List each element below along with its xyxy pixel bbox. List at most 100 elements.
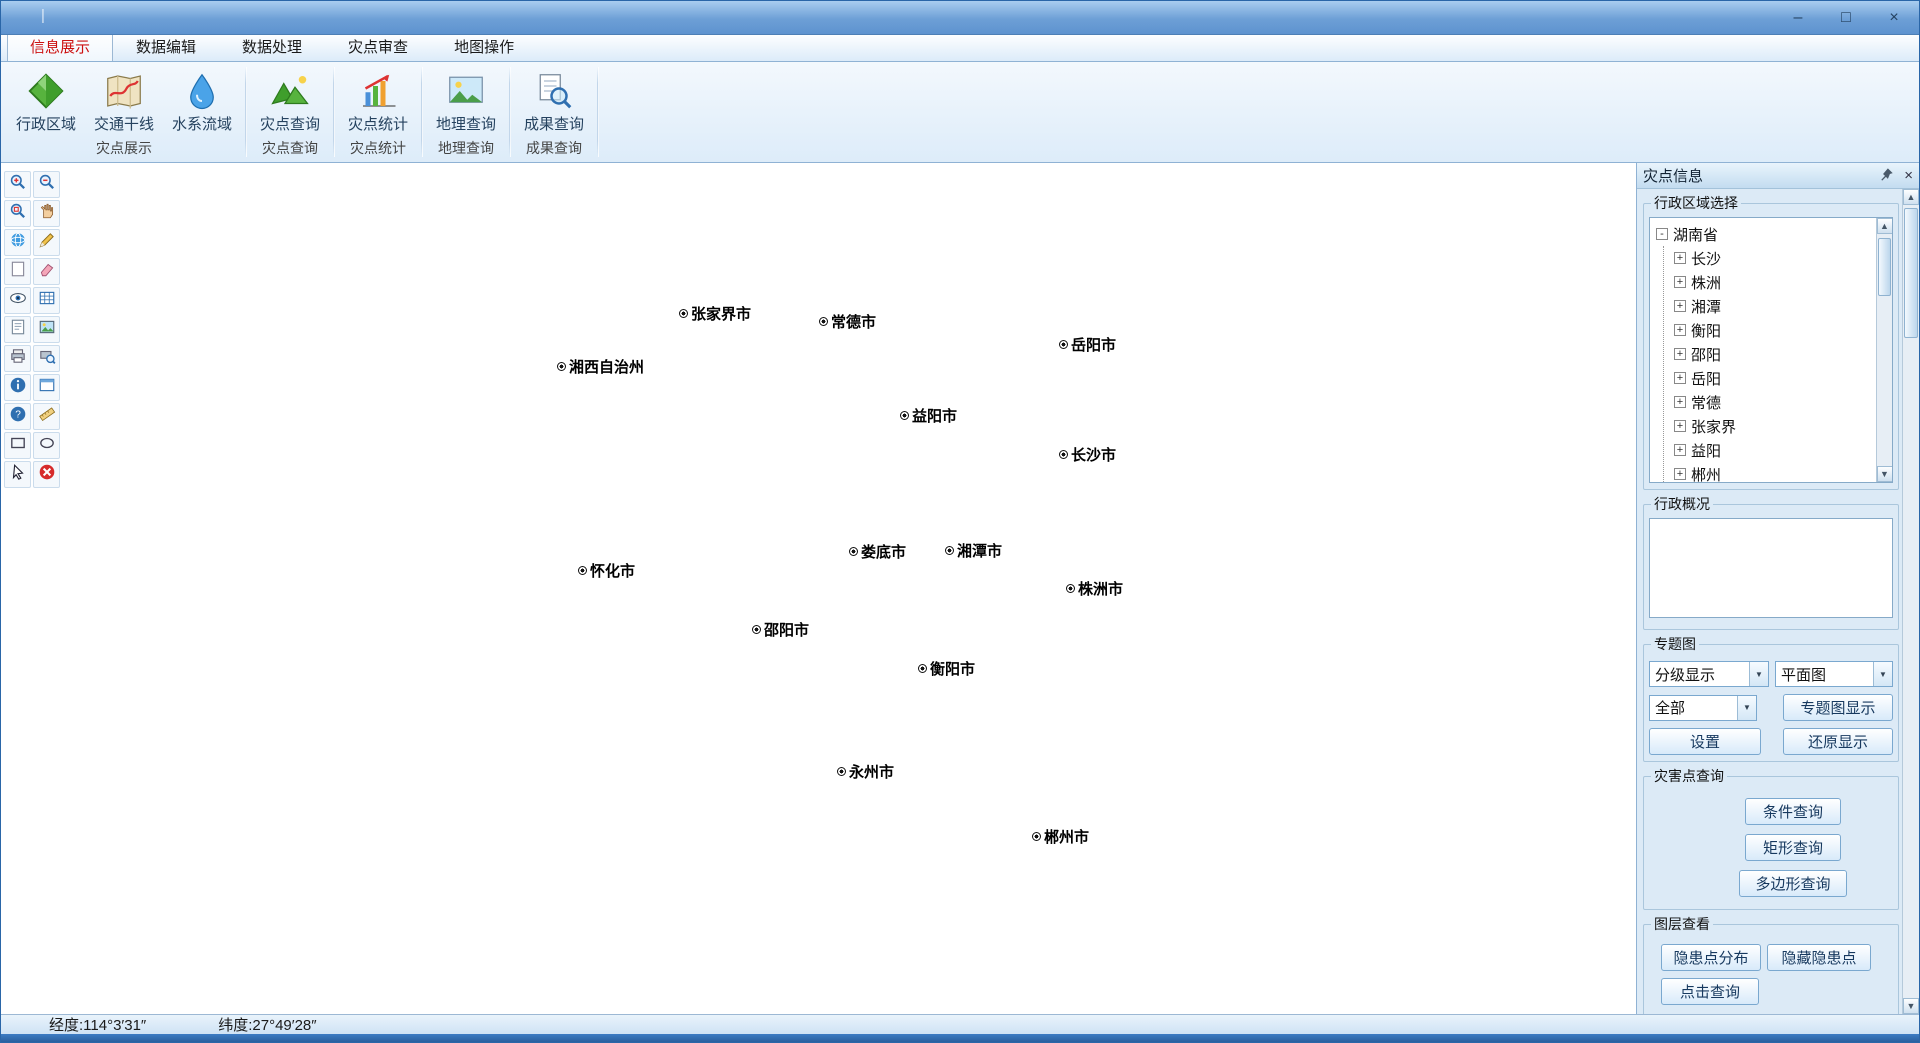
traffic-map-icon	[103, 69, 145, 113]
tab-data-process[interactable]: 数据处理	[219, 31, 325, 61]
expand-icon[interactable]: +	[1674, 372, 1686, 384]
document-button[interactable]	[4, 316, 31, 343]
display-mode-select[interactable]: 分级显示 ▼	[1649, 661, 1769, 687]
expand-icon[interactable]: +	[1674, 444, 1686, 456]
measure-button[interactable]	[33, 229, 60, 256]
settings-button[interactable]: 设置	[1649, 728, 1761, 755]
pan-button[interactable]	[33, 200, 60, 227]
maximize-button[interactable]: □	[1831, 9, 1861, 27]
print-button[interactable]	[4, 345, 31, 372]
overview-window-button[interactable]	[33, 374, 60, 401]
category-select[interactable]: 全部 ▼	[1649, 695, 1757, 721]
expand-icon[interactable]: +	[1674, 300, 1686, 312]
zoom-window-button[interactable]	[4, 200, 31, 227]
rectangle-query-button[interactable]: 矩形查询	[1745, 834, 1841, 861]
expand-icon[interactable]: +	[1674, 324, 1686, 336]
svg-text:?: ?	[15, 410, 21, 421]
click-query-button[interactable]: 点击查询	[1661, 978, 1759, 1005]
tree-node-label: 郴州	[1691, 464, 1721, 484]
hand-icon	[38, 202, 56, 225]
application-window: | – □ × 信息展示数据编辑数据处理灾点审查地图操作 行政区域交通干线水系流…	[0, 0, 1920, 1043]
region-tree[interactable]: -湖南省+长沙+株洲+湘潭+衡阳+邵阳+岳阳+常德+张家界+益阳+郴州 ▲ ▼	[1649, 217, 1893, 483]
minimize-button[interactable]: –	[1783, 9, 1813, 27]
panel-body: 行政区域选择 -湖南省+长沙+株洲+湘潭+衡阳+邵阳+岳阳+常德+张家界+益阳+…	[1637, 189, 1919, 1014]
expand-icon[interactable]: +	[1674, 348, 1686, 360]
select-box-button[interactable]	[4, 258, 31, 285]
printer-icon	[9, 347, 27, 370]
admin-region-button[interactable]: 行政区域	[9, 65, 83, 136]
water-system-button[interactable]: 水系流域	[165, 65, 239, 136]
tree-node-hunan[interactable]: -湖南省	[1656, 222, 1890, 246]
delete-button[interactable]	[33, 461, 60, 488]
tree-node-xiangtan[interactable]: +湘潭	[1674, 294, 1890, 318]
ribbon-group-caption: 灾点查询	[253, 136, 327, 161]
tab-map-operation[interactable]: 地图操作	[431, 31, 537, 61]
tree-node-yueyang[interactable]: +岳阳	[1674, 366, 1890, 390]
city-name: 娄底市	[861, 541, 906, 562]
panel-close-icon[interactable]: ×	[1904, 168, 1913, 183]
panel-scrollbar[interactable]: ▲ ▼	[1902, 189, 1919, 1014]
export-image-button[interactable]	[33, 316, 60, 343]
expand-icon[interactable]: +	[1674, 252, 1686, 264]
tree-node-changde[interactable]: +常德	[1674, 390, 1890, 414]
ribbon-button-label: 灾点查询	[260, 113, 320, 134]
expand-icon[interactable]: +	[1674, 396, 1686, 408]
collapse-icon[interactable]: -	[1656, 228, 1668, 240]
tree-node-zhangjiajie[interactable]: +张家界	[1674, 414, 1890, 438]
help-button[interactable]: ?	[4, 403, 31, 430]
tree-node-shaoyang[interactable]: +邵阳	[1674, 342, 1890, 366]
tree-scroll-track[interactable]	[1877, 234, 1892, 466]
print-preview-icon	[38, 347, 56, 370]
scroll-up-icon[interactable]: ▲	[1877, 218, 1893, 234]
condition-query-button[interactable]: 条件查询	[1745, 798, 1841, 825]
zoom-in-button[interactable]	[4, 171, 31, 198]
draw-line-button[interactable]	[33, 403, 60, 430]
select-feature-button[interactable]	[4, 461, 31, 488]
scroll-down-icon[interactable]: ▼	[1903, 998, 1919, 1014]
clear-button[interactable]	[33, 258, 60, 285]
zoom-out-button[interactable]	[33, 171, 60, 198]
tree-node-zhuzhou[interactable]: +株洲	[1674, 270, 1890, 294]
geo-query-button[interactable]: 地理查询	[429, 65, 503, 136]
ribbon-button-label: 行政区域	[16, 113, 76, 134]
info-button[interactable]	[4, 374, 31, 401]
tab-disaster-review[interactable]: 灾点审查	[325, 31, 431, 61]
tree-scroll-thumb[interactable]	[1878, 238, 1891, 296]
print-preview-button[interactable]	[33, 345, 60, 372]
expand-icon[interactable]: +	[1674, 420, 1686, 432]
ribbon-group-separator	[597, 67, 599, 157]
panel-scroll-thumb[interactable]	[1904, 208, 1918, 338]
tree-node-yiyang[interactable]: +益阳	[1674, 438, 1890, 462]
map-type-select[interactable]: 平面图 ▼	[1775, 661, 1893, 687]
expand-icon[interactable]: +	[1674, 468, 1686, 480]
tree-node-hengyang[interactable]: +衡阳	[1674, 318, 1890, 342]
reset-display-button[interactable]: 还原显示	[1783, 728, 1893, 755]
disaster-query-button[interactable]: 灾点查询	[253, 65, 327, 136]
scroll-down-icon[interactable]: ▼	[1877, 466, 1893, 482]
tab-info-display[interactable]: 信息展示	[7, 31, 113, 61]
city-marker-icon	[819, 317, 828, 326]
overview-textbox[interactable]	[1649, 518, 1893, 618]
identify-button[interactable]	[4, 287, 31, 314]
attribute-table-button[interactable]	[33, 287, 60, 314]
panel-scroll-track[interactable]	[1903, 205, 1919, 998]
draw-ellipse-button[interactable]	[33, 432, 60, 459]
expand-icon[interactable]: +	[1674, 276, 1686, 288]
polygon-query-button[interactable]: 多边形查询	[1739, 870, 1847, 897]
tab-data-edit[interactable]: 数据编辑	[113, 31, 219, 61]
full-extent-button[interactable]	[4, 229, 31, 256]
eye-icon	[9, 289, 27, 312]
tree-scrollbar[interactable]: ▲ ▼	[1876, 218, 1892, 482]
thematic-show-button[interactable]: 专题图显示	[1783, 694, 1893, 721]
disaster-stats-button[interactable]: 灾点统计	[341, 65, 415, 136]
draw-rect-button[interactable]	[4, 432, 31, 459]
pin-icon[interactable]	[1880, 167, 1894, 184]
tree-node-changsha[interactable]: +长沙	[1674, 246, 1890, 270]
hazard-distribution-button[interactable]: 隐患点分布	[1661, 944, 1761, 971]
scroll-up-icon[interactable]: ▲	[1903, 189, 1919, 205]
hide-hazard-button[interactable]: 隐藏隐患点	[1767, 944, 1871, 971]
result-query-button[interactable]: 成果查询	[517, 65, 591, 136]
traffic-line-button[interactable]: 交通干线	[87, 65, 161, 136]
close-button[interactable]: ×	[1879, 9, 1909, 27]
tree-node-chenzhou[interactable]: + 郴州	[1674, 462, 1890, 483]
